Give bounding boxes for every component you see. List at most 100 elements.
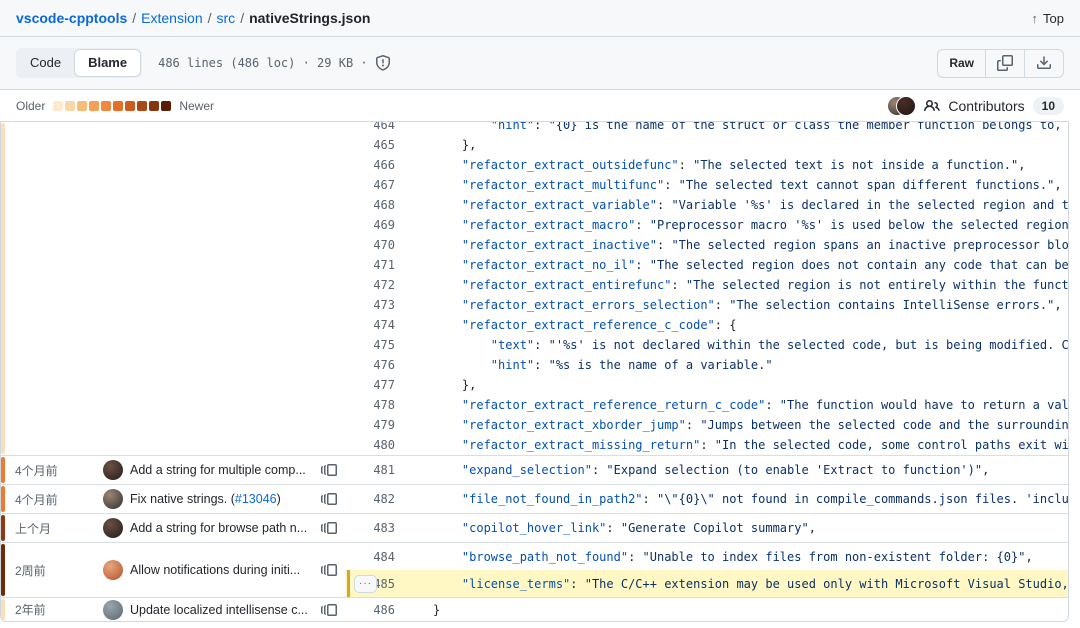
blame-hunk: 2年前 Update localized intellisense c... 486… xyxy=(1,597,1068,621)
contributors-link[interactable]: Contributors xyxy=(948,98,1024,114)
line-number[interactable]: 483 xyxy=(345,521,395,535)
versions-icon xyxy=(321,562,337,578)
commit-message-link[interactable]: Fix native strings. (#13046) xyxy=(130,492,281,506)
line-number[interactable]: 479 xyxy=(345,418,395,432)
legend-newer-label: Newer xyxy=(179,99,214,113)
commit-age: 上个月 xyxy=(15,520,103,537)
line-number[interactable]: 486 xyxy=(345,603,395,617)
code-line: 483 "copilot_hover_link": "Generate Copi… xyxy=(345,514,1068,542)
breadcrumb-filename: nativeStrings.json xyxy=(249,10,370,26)
breadcrumb-src-link[interactable]: src xyxy=(217,10,236,26)
code-token: "The function would have to return a val… xyxy=(780,398,1068,412)
commit-age: 2年前 xyxy=(15,601,103,618)
code-token xyxy=(433,358,491,372)
people-icon xyxy=(924,98,940,114)
commit-author-avatar[interactable] xyxy=(103,460,123,480)
tab-blame[interactable]: Blame xyxy=(74,49,141,77)
raw-button[interactable]: Raw xyxy=(938,50,985,77)
code-token xyxy=(433,158,462,172)
code-token: "The selected text is not inside a funct… xyxy=(693,158,1018,172)
view-blame-prior-button[interactable] xyxy=(321,602,337,618)
code-token: "refactor_extract_macro" xyxy=(462,218,635,232)
code-line: 469 "refactor_extract_macro": "Preproces… xyxy=(345,215,1068,235)
code-line: 484 "browse_path_not_found": "Unable to … xyxy=(345,543,1068,570)
code-line: 474 "refactor_extract_reference_c_code":… xyxy=(345,315,1068,335)
line-number[interactable]: 472 xyxy=(345,278,395,292)
code-token: "hint" xyxy=(491,122,534,132)
line-number[interactable]: 477 xyxy=(345,378,395,392)
line-number[interactable]: 466 xyxy=(345,158,395,172)
copy-raw-button[interactable] xyxy=(985,50,1024,77)
line-number[interactable]: 467 xyxy=(345,178,395,192)
file-meta: 486 lines (486 loc) · 29 KB · xyxy=(158,55,391,71)
line-number[interactable]: 465 xyxy=(345,138,395,152)
view-blame-prior-button[interactable] xyxy=(321,491,337,507)
commit-author-avatar[interactable] xyxy=(103,600,123,620)
commit-author-avatar[interactable] xyxy=(103,489,123,509)
code-token: "refactor_extract_inactive" xyxy=(462,238,657,252)
commit-info: 2周前Allow notifications during initi... xyxy=(1,543,345,597)
code-line: 465 }, xyxy=(345,135,1068,155)
code-token xyxy=(433,550,462,564)
blame-hunk: 464 "hint": "{0} is the name of the stru… xyxy=(1,122,1068,455)
code-token xyxy=(433,492,462,506)
code-text: "hint": "%s is the name of a variable." xyxy=(433,358,1068,372)
commit-author-avatar[interactable] xyxy=(103,560,123,580)
commit-message-link[interactable]: Add a string for multiple comp... xyxy=(130,463,306,477)
contributor-avatar[interactable] xyxy=(896,96,916,116)
line-number[interactable]: 468 xyxy=(345,198,395,212)
code-token: "The selected region does not contain an… xyxy=(650,258,1068,272)
code-line: 477 }, xyxy=(345,375,1068,395)
line-number[interactable]: 475 xyxy=(345,338,395,352)
pull-request-link[interactable]: #13046 xyxy=(235,492,277,506)
code-token: "copilot_hover_link" xyxy=(462,521,607,535)
code-token: : xyxy=(671,278,685,292)
download-raw-button[interactable] xyxy=(1024,50,1063,77)
view-blame-prior-button[interactable] xyxy=(321,562,337,578)
line-number[interactable]: 474 xyxy=(345,318,395,332)
back-to-top-button[interactable]: ↑ Top xyxy=(1032,11,1064,26)
line-number[interactable]: 469 xyxy=(345,218,395,232)
heat-swatch xyxy=(101,101,111,111)
breadcrumb-repo-link[interactable]: vscode-cpptools xyxy=(16,10,127,26)
code-line: 480 "refactor_extract_missing_return": "… xyxy=(345,435,1068,455)
code-token: , xyxy=(1054,178,1061,192)
file-toolbar: Code Blame 486 lines (486 loc) · 29 KB ·… xyxy=(0,37,1080,90)
line-number[interactable]: 481 xyxy=(345,463,395,477)
line-number[interactable]: 471 xyxy=(345,258,395,272)
code-token: : xyxy=(606,521,620,535)
commit-author-avatar[interactable] xyxy=(103,518,123,538)
code-token: "The selected region is not entirely wit… xyxy=(686,278,1068,292)
shield-alert-icon[interactable] xyxy=(375,55,391,71)
commit-message-link[interactable]: Allow notifications during initi... xyxy=(130,563,300,577)
line-number[interactable]: 482 xyxy=(345,492,395,506)
line-number[interactable]: 464 xyxy=(345,122,395,132)
line-number[interactable]: 484 xyxy=(345,550,395,564)
code-line: 486} xyxy=(345,598,1068,621)
code-token xyxy=(433,122,491,132)
code-lines: 464 "hint": "{0} is the name of the stru… xyxy=(345,122,1068,455)
view-blame-prior-button[interactable] xyxy=(321,462,337,478)
code-token: "text" xyxy=(491,338,534,352)
code-token: , xyxy=(809,521,816,535)
breadcrumb-extension-link[interactable]: Extension xyxy=(141,10,202,26)
line-number[interactable]: 470 xyxy=(345,238,395,252)
view-blame-prior-button[interactable] xyxy=(321,520,337,536)
code-token: : xyxy=(635,218,649,232)
commit-info xyxy=(1,122,345,455)
commit-message-link[interactable]: Update localized intellisense c... xyxy=(130,603,308,617)
line-number[interactable]: 476 xyxy=(345,358,395,372)
line-number[interactable]: 473 xyxy=(345,298,395,312)
code-token: "The selected region spans an inactive p… xyxy=(671,238,1068,252)
tab-code[interactable]: Code xyxy=(17,49,74,77)
line-number[interactable]: 478 xyxy=(345,398,395,412)
commit-message-link[interactable]: Add a string for browse path n... xyxy=(130,521,307,535)
blame-table: 464 "hint": "{0} is the name of the stru… xyxy=(0,121,1069,622)
code-lines: 486} xyxy=(345,598,1068,621)
line-number[interactable]: 480 xyxy=(345,438,395,452)
code-token: "In the selected code, some control path… xyxy=(715,438,1068,452)
code-token: : xyxy=(628,550,642,564)
expand-hunk-button[interactable]: ··· xyxy=(354,575,377,593)
code-token: "refactor_extract_no_il" xyxy=(462,258,635,272)
heat-swatch xyxy=(125,101,135,111)
